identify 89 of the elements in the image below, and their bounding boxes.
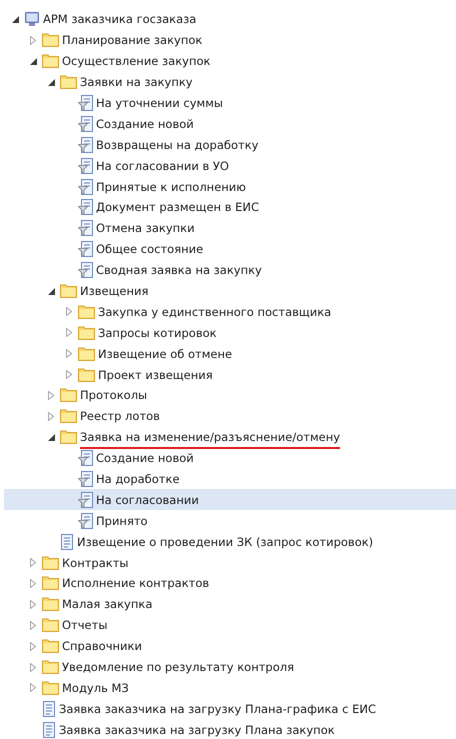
folder-icon (60, 430, 77, 444)
filter-document-icon (78, 471, 93, 488)
tree-item[interactable]: На согласовании в УО (4, 155, 456, 176)
tree-item[interactable]: Заявки на закупку (4, 72, 456, 93)
folder-icon (42, 597, 59, 612)
tree-item[interactable]: Осуществление закупок (4, 50, 456, 72)
tree-item[interactable]: Возвращены на доработку (4, 134, 456, 156)
filter-document-icon (78, 178, 93, 195)
expand-triangle-icon[interactable] (30, 620, 36, 630)
expand-triangle-icon[interactable] (48, 412, 54, 421)
tree-item[interactable]: АРМ заказчика госзаказа (4, 9, 456, 30)
collapse-triangle-icon[interactable] (48, 78, 54, 86)
folder-icon (60, 284, 77, 298)
folder-icon (42, 54, 59, 68)
tree-item[interactable]: Исполнение контрактов (4, 573, 456, 594)
folder-icon (60, 409, 77, 424)
collapse-triangle-icon[interactable] (12, 16, 18, 23)
filter-document-icon (78, 116, 93, 132)
folder-icon (42, 639, 59, 654)
collapse-triangle-icon[interactable] (30, 58, 36, 65)
expand-triangle-icon[interactable] (30, 662, 36, 672)
expand-triangle-icon[interactable] (66, 370, 72, 380)
filter-document-icon (78, 262, 93, 278)
tree-item[interactable]: Извещения (4, 280, 456, 302)
folder-icon (78, 304, 95, 319)
tree-item[interactable]: Сводная заявка на закупку (4, 260, 456, 281)
tree-item[interactable]: Модуль МЗ (4, 678, 456, 698)
filter-document-icon (78, 241, 93, 258)
tree-item[interactable]: Заявка заказчика на загрузку Плана-графика с ЕИС (4, 698, 456, 720)
collapse-triangle-icon[interactable] (48, 288, 54, 295)
tree-item[interactable]: Малая закупка (4, 594, 456, 615)
filter-document-icon (78, 136, 93, 153)
tree-item[interactable]: Принято (4, 510, 456, 532)
expand-triangle-icon[interactable] (66, 349, 72, 358)
tree-item[interactable]: Отмена закупки (4, 218, 456, 239)
expand-triangle-icon[interactable] (30, 683, 36, 692)
filter-document-icon (78, 158, 93, 174)
folder-icon (42, 576, 59, 590)
folder-icon (42, 33, 59, 48)
filter-document-icon (78, 512, 93, 529)
tree-item[interactable]: Закупка у единственного поставщика (4, 301, 456, 322)
tree-item[interactable]: Создание новой (4, 448, 456, 469)
filter-document-icon (78, 95, 93, 111)
folder-icon (78, 346, 95, 361)
document-icon (42, 722, 56, 738)
tree-item[interactable]: Планирование закупок (4, 30, 456, 51)
expand-triangle-icon[interactable] (66, 307, 72, 316)
expand-triangle-icon[interactable] (48, 390, 54, 400)
tree-item[interactable]: Контракты (4, 552, 456, 574)
tree-item[interactable]: Справочники (4, 636, 456, 657)
tree-item[interactable]: На доработке (4, 468, 456, 490)
filter-document-icon (78, 450, 93, 466)
tree-item[interactable]: Извещение об отмене (4, 343, 456, 364)
folder-icon (60, 75, 77, 90)
tree-item[interactable]: На согласовании (4, 489, 456, 510)
filter-document-icon (78, 220, 93, 236)
expand-triangle-icon[interactable] (30, 600, 36, 609)
folder-icon (78, 368, 95, 382)
tree-item[interactable]: Проект извещения (4, 364, 456, 386)
document-icon (42, 700, 56, 717)
tree-item[interactable]: Принятые к исполнению (4, 176, 456, 198)
computer-icon (24, 11, 40, 28)
folder-icon (42, 618, 59, 632)
expand-triangle-icon[interactable] (30, 642, 36, 651)
expand-triangle-icon[interactable] (66, 328, 72, 338)
tree-item[interactable]: На уточнении суммы (4, 92, 456, 114)
expand-triangle-icon[interactable] (30, 36, 36, 45)
folder-icon (42, 680, 59, 695)
tree-item[interactable]: Извещение о проведении ЗК (запрос котировок) (4, 531, 456, 552)
tree-item[interactable]: Общее состояние (4, 238, 456, 260)
tree-item[interactable]: Заявка заказчика на загрузку Плана закупок (4, 719, 456, 739)
tree-item[interactable]: Заявка на изменение/разъяснение/отмену (4, 426, 456, 448)
folder-icon (78, 326, 95, 340)
tree-item[interactable]: Протоколы (4, 385, 456, 406)
folder-icon (60, 388, 77, 402)
filter-document-icon (78, 492, 93, 508)
tree-item[interactable]: Уведомление по результату контроля (4, 656, 456, 678)
tree-item[interactable]: Реестр лотов (4, 406, 456, 427)
expand-triangle-icon[interactable] (30, 578, 36, 588)
folder-icon (42, 660, 59, 674)
tree-item[interactable]: Создание новой (4, 113, 456, 134)
expand-triangle-icon[interactable] (30, 558, 36, 568)
tree-item[interactable]: Отчеты (4, 614, 456, 636)
document-icon (60, 534, 74, 550)
collapse-triangle-icon[interactable] (48, 434, 54, 441)
filter-document-icon (78, 199, 93, 216)
folder-icon (42, 556, 59, 570)
tree-item[interactable]: Документ размещен в ЕИС (4, 197, 456, 218)
tree-item[interactable]: Запросы котировок (4, 322, 456, 344)
